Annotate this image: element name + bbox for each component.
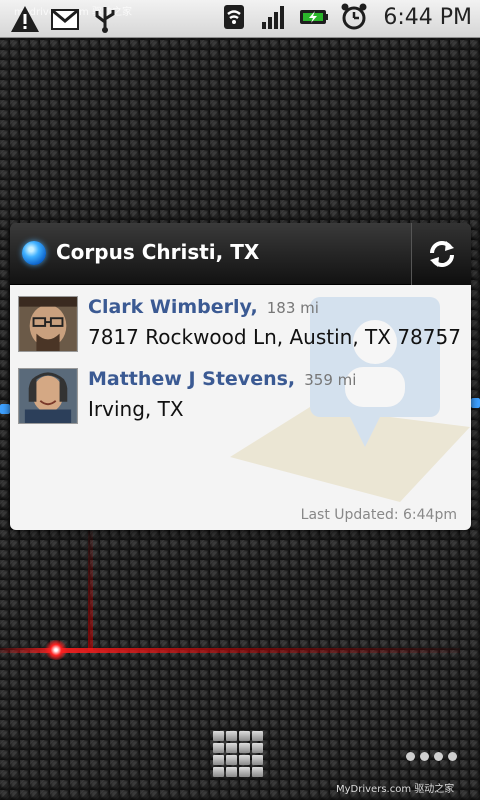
- signal-icon: [262, 6, 285, 29]
- contact-address: 7817 Rockwood Ln, Austin, TX 78757: [88, 325, 461, 349]
- gmail-icon: [51, 9, 79, 30]
- more-dots-icon: [406, 752, 415, 761]
- notification-icons[interactable]: [10, 4, 120, 34]
- blue-indicator-left: [0, 404, 10, 414]
- contact-name[interactable]: Clark Wimberly: [88, 296, 250, 318]
- status-bar[interactable]: mydrivers.com 驱动之家: [0, 0, 480, 38]
- location-dot-icon: [22, 241, 46, 265]
- contact-address: Irving, TX: [88, 397, 184, 421]
- footer-watermark: MyDrivers.com 驱动之家: [336, 784, 455, 795]
- location-widget[interactable]: Corpus Christi, TX Clark Wimberly, 183 m…: [10, 223, 471, 530]
- contact-photo: [18, 368, 78, 424]
- current-location: Corpus Christi, TX: [56, 240, 260, 264]
- blue-indicator-right: [471, 398, 480, 408]
- last-updated-label: Last Updated: 6:44pm: [300, 507, 457, 523]
- warning-icon: [11, 6, 39, 32]
- led-trail-horizontal: [0, 648, 460, 653]
- app-drawer-button[interactable]: [213, 731, 265, 779]
- contact-name[interactable]: Matthew J Stevens: [88, 368, 288, 390]
- contact-name-row: Matthew J Stevens, 359 mi: [88, 368, 356, 390]
- widget-header: Corpus Christi, TX: [10, 223, 471, 285]
- app-drawer-icon: [213, 731, 224, 741]
- more-dots-button[interactable]: [406, 752, 457, 761]
- usb-icon: [95, 7, 115, 33]
- battery-charging-icon: [300, 10, 329, 24]
- contact-photo: [18, 296, 78, 352]
- clock-time: 6:44 PM: [383, 4, 472, 30]
- contact-item[interactable]: Matthew J Stevens, 359 mi Irving, TX: [18, 365, 458, 425]
- contact-distance: 183 mi: [266, 299, 319, 317]
- wifi-icon: [224, 5, 245, 29]
- led-light: [44, 640, 68, 660]
- contact-item[interactable]: Clark Wimberly, 183 mi 7817 Rockwood Ln,…: [18, 293, 461, 353]
- contact-name-row: Clark Wimberly, 183 mi: [88, 296, 319, 318]
- widget-body: Clark Wimberly, 183 mi 7817 Rockwood Ln,…: [10, 285, 471, 530]
- name-separator: ,: [250, 296, 258, 318]
- system-icons: 6:44 PM: [219, 2, 472, 32]
- alarm-icon: [341, 3, 367, 30]
- refresh-button[interactable]: [411, 223, 471, 285]
- led-trail-vertical: [88, 531, 93, 651]
- refresh-icon: [429, 241, 454, 267]
- name-separator: ,: [287, 368, 296, 390]
- contact-distance: 359 mi: [304, 371, 357, 389]
